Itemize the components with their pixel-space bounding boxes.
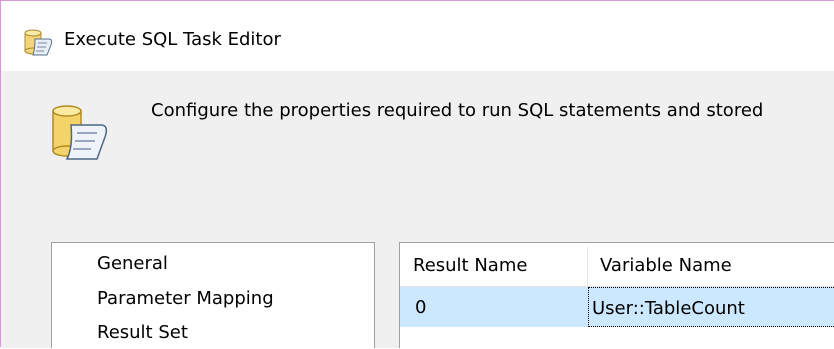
- grid-header-row: Result Name Variable Name: [400, 243, 834, 287]
- nav-item-parameter-mapping[interactable]: Parameter Mapping: [97, 288, 274, 309]
- result-set-grid: Result Name Variable Name 0 User::TableC…: [399, 242, 834, 349]
- database-scroll-icon: [49, 101, 113, 165]
- page-navigation-list: General Parameter Mapping Result Set: [51, 242, 375, 348]
- nav-item-general[interactable]: General: [97, 253, 168, 274]
- table-row[interactable]: 0 User::TableCount: [400, 287, 834, 327]
- grid-empty-area: [400, 327, 834, 349]
- sql-task-icon: [23, 27, 55, 57]
- nav-item-result-set[interactable]: Result Set: [97, 322, 188, 343]
- header-description: Configure the properties required to run…: [151, 100, 764, 121]
- cell-result-name[interactable]: 0: [400, 287, 587, 327]
- column-header-result-name[interactable]: Result Name: [400, 243, 587, 287]
- cell-variable-name[interactable]: User::TableCount: [588, 287, 834, 327]
- title-bar[interactable]: Execute SQL Task Editor: [1, 1, 834, 71]
- column-header-variable-name[interactable]: Variable Name: [587, 243, 834, 287]
- window-title: Execute SQL Task Editor: [64, 29, 281, 50]
- execute-sql-task-editor-window: Execute SQL Task Editor Configure the pr…: [0, 0, 834, 349]
